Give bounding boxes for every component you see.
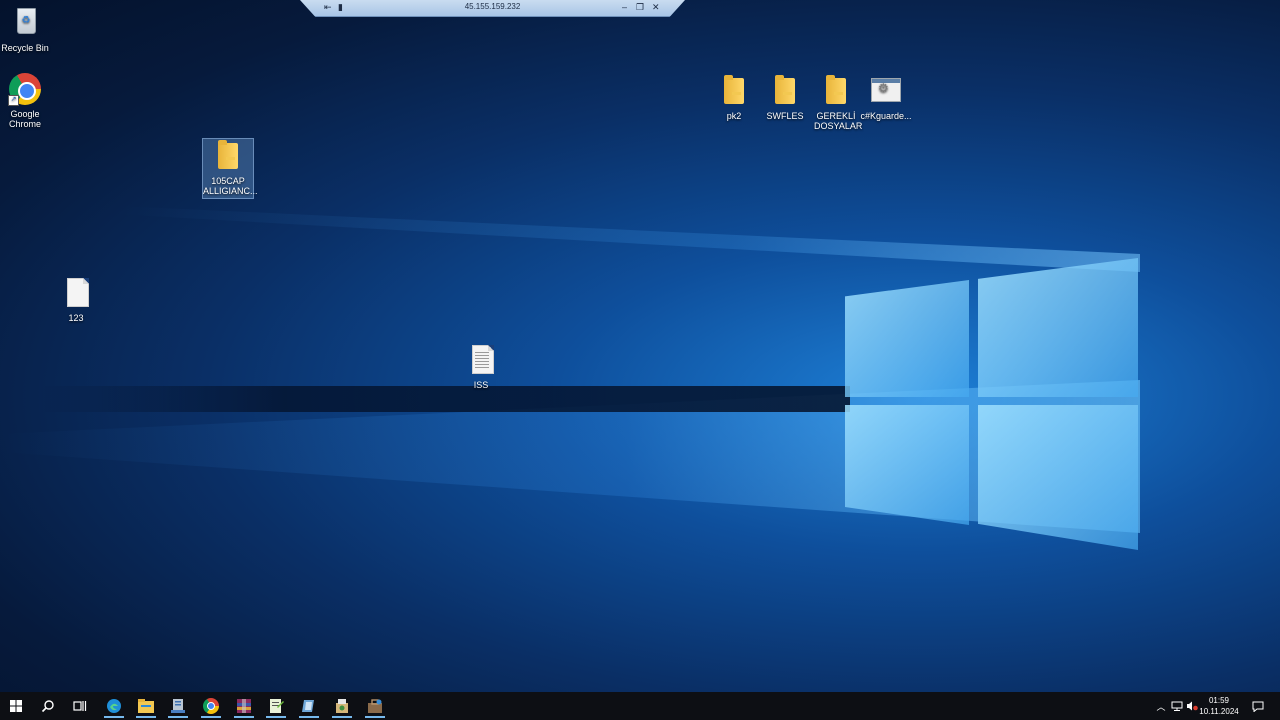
windows-start-icon (10, 700, 22, 712)
desktop-icon-google-chrome[interactable]: ↗ Google Chrome (0, 72, 60, 129)
taskbar-clock[interactable]: 01:59 10.11.2024 (1196, 695, 1242, 717)
minimize-icon[interactable]: – (622, 1, 627, 13)
desktop-icon-label: Recycle Bin (1, 43, 49, 53)
shortcut-arrow-icon: ↗ (8, 95, 19, 106)
folder-icon (826, 75, 846, 104)
search-icon (41, 700, 54, 713)
windows-logo-pane-top-right (978, 258, 1138, 397)
folder-icon (724, 75, 744, 104)
taskbar-app-tool[interactable] (359, 694, 391, 718)
wallpaper-shadow-band (40, 386, 850, 412)
desktop-icon-label: c#Kguarde... (860, 111, 912, 121)
installer-icon (336, 699, 348, 713)
network-icon (1171, 701, 1183, 711)
restore-icon[interactable]: ❐ (636, 1, 644, 13)
desktop-icon-recycle-bin[interactable]: ♻ Recycle Bin (0, 6, 60, 53)
taskbar-file-explorer[interactable] (130, 694, 162, 718)
taskbar-app-blue[interactable] (293, 694, 325, 718)
remote-host-address: 45.155.159.232 (464, 2, 521, 11)
close-icon[interactable]: ✕ (652, 1, 660, 13)
windows-logo-pane-top-left (845, 280, 969, 397)
windows-logo-pane-bottom-right (978, 405, 1138, 550)
clock-time: 01:59 (1208, 696, 1230, 705)
task-view-icon (73, 701, 87, 711)
chevron-up-icon: ︿ (1156, 701, 1166, 712)
tool-box-icon (368, 699, 382, 713)
taskbar-google-chrome[interactable] (195, 694, 227, 718)
remote-desktop-connection-bar[interactable]: ⇤ ▮ 45.155.159.232 – ❐ ✕ (300, 0, 685, 17)
clock-date: 10.11.2024 (1199, 707, 1239, 716)
windows-logo-pane-bottom-left (845, 405, 969, 525)
file-explorer-icon (138, 699, 154, 713)
server-manager-icon (171, 699, 185, 713)
task-view-button[interactable] (64, 694, 96, 718)
taskbar-notepad-plus[interactable] (260, 694, 292, 718)
edge-icon (107, 699, 121, 713)
blank-file-icon (67, 278, 89, 307)
folder-icon (775, 75, 795, 104)
action-center-button[interactable] (1248, 692, 1268, 720)
taskbar-winrar[interactable] (228, 694, 260, 718)
show-hidden-icons-button[interactable]: ︿ (1155, 692, 1167, 720)
desktop-icon-105cap-folder[interactable]: 105CAP ALLIGIANC... (202, 138, 258, 199)
desktop-icon-file-123[interactable]: 123 (41, 276, 111, 323)
desktop-icon-kguarde-exe[interactable]: ⚙ c#Kguarde... (851, 74, 921, 121)
desktop-icon-file-iss[interactable]: ISS (446, 343, 516, 390)
search-button[interactable] (32, 694, 64, 718)
notification-icon (1252, 701, 1264, 712)
start-button[interactable] (0, 694, 32, 718)
desktop-icon-label: 105CAP ALLIGIANC... (203, 176, 258, 196)
taskbar-edge[interactable] (98, 694, 130, 718)
chrome-icon (203, 698, 219, 714)
notepad-icon (270, 699, 284, 713)
taskbar-server-manager[interactable] (162, 694, 194, 718)
desktop-icon-label: 123 (68, 313, 84, 323)
taskbar-app-installer[interactable] (326, 694, 358, 718)
network-status-button[interactable] (1170, 692, 1184, 720)
desktop-icon-label: Google Chrome (8, 109, 41, 129)
application-blue-icon (302, 700, 314, 712)
folder-icon (218, 140, 238, 169)
taskbar: ︿ 01:59 10.11.2024 (0, 692, 1280, 720)
winrar-icon (237, 699, 251, 713)
desktop-icon-label: ISS (473, 380, 489, 390)
